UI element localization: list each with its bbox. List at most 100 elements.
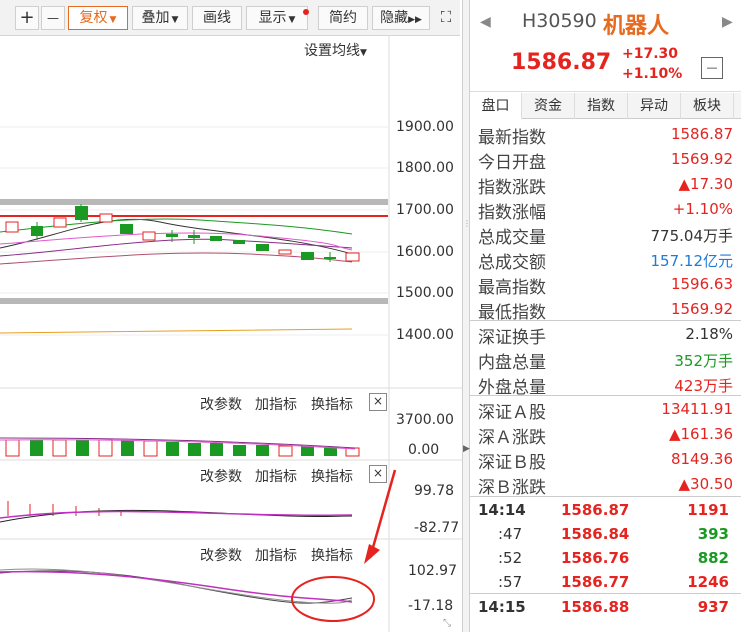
quote-row: 总成交量 775.04万手 [470, 222, 741, 248]
row-divider [470, 395, 741, 396]
fuquan-label: 复权 [79, 10, 108, 26]
tick-volume: 937 [697, 598, 729, 616]
row-divider [470, 496, 741, 497]
ma-setting-label: 设置均线 [304, 43, 360, 59]
quote-row: 深Ａ涨跌 ▲161.36 [470, 422, 741, 448]
quote-row-label: 深证换手 [478, 328, 546, 348]
add-indicator-button[interactable]: 加指标 [255, 394, 297, 414]
tab-movement[interactable]: 异动 [628, 93, 681, 119]
resize-grip-icon[interactable]: ⤡ [443, 618, 451, 629]
quote-row-value: ▲17.30 [678, 175, 733, 193]
quote-row: 外盘总量 423万手 [470, 372, 741, 398]
tick-row: :57 1586.77 1246 [470, 570, 741, 594]
volume-bars [5, 439, 360, 457]
quote-row-value: 423万手 [674, 377, 733, 395]
grip-icon: ⋮ [463, 219, 471, 228]
vol-axis-label: 3700.00 [396, 412, 454, 428]
tick-time: 14:15 [478, 598, 526, 616]
double-arrow-icon: ▶▶ [408, 15, 422, 25]
quote-row: 内盘总量 352万手 [470, 347, 741, 373]
annotation-arrow-line [368, 469, 397, 559]
quote-row: 指数涨跌 ▲17.30 [470, 172, 741, 198]
tab-funds[interactable]: 资金 [522, 93, 575, 119]
close-icon[interactable]: × [369, 393, 387, 411]
quote-row-label: 深Ａ涨跌 [478, 428, 546, 448]
notification-dot [303, 9, 309, 15]
chevron-down-icon: ▼ [360, 48, 367, 58]
annotation-arrow-head [364, 544, 380, 564]
ma-setting-dropdown[interactable]: 设置均线▼ [304, 40, 367, 60]
panel-splitter[interactable]: ⋮ ▶ [462, 0, 471, 632]
add-indicator-button[interactable]: 加指标 [255, 466, 297, 486]
price-axis-label: 1700.00 [396, 202, 454, 218]
quote-row: 最新指数 1586.87 [470, 122, 741, 148]
simple-mode-button[interactable]: 简约 [318, 6, 368, 30]
quote-row: 深证Ｂ股 8149.36 [470, 447, 741, 473]
quote-row-label: 指数涨幅 [478, 203, 546, 223]
quote-row-value: 2.18% [685, 325, 733, 343]
overlay-dropdown[interactable]: 叠加 ▼ [132, 6, 188, 30]
quote-row-label: 总成交量 [478, 228, 546, 248]
close-icon[interactable]: × [369, 465, 387, 483]
quote-row-label: 深Ｂ涨跌 [478, 478, 546, 498]
expand-arrow-icon[interactable]: ▶ [463, 444, 470, 454]
quote-row-value: +1.10% [672, 200, 733, 218]
chevron-down-icon: ▼ [109, 15, 117, 25]
param-button[interactable]: 改参数 [200, 545, 242, 565]
swap-indicator-button[interactable]: 换指标 [311, 394, 353, 414]
ind2-axis-label: 102.97 [408, 563, 457, 579]
overlay-label: 叠加 [141, 10, 170, 26]
fullscreen-icon[interactable]: ⛶ [434, 6, 458, 30]
quote-row: 深Ｂ涨跌 ▲30.50 [470, 472, 741, 498]
last-price: 1586.87 [511, 50, 612, 75]
app-window: + — 复权 ▼ 叠加 ▼ 画线 显示 ▼ 简约 隐藏▶▶ ⛶ 设置均线▼ 19… [0, 0, 741, 632]
quote-row-value: 352万手 [674, 352, 733, 370]
quote-row: 最高指数 1596.63 [470, 272, 741, 298]
kline-chart-area[interactable]: 设置均线▼ 1900.00 1800.00 1700.00 1600.00 15… [0, 36, 462, 632]
quote-tabs: 盘口 资金 指数 异动 板块 [470, 93, 741, 120]
price-axis-label: 1900.00 [396, 119, 454, 135]
quote-row-value: 157.12亿元 [650, 252, 734, 270]
collapse-icon[interactable]: — [701, 57, 723, 79]
chart-toolbar: + — 复权 ▼ 叠加 ▼ 画线 显示 ▼ 简约 隐藏▶▶ ⛶ [0, 0, 460, 36]
swap-indicator-button[interactable]: 换指标 [311, 545, 353, 565]
quote-row: 最低指数 1569.92 [470, 297, 741, 323]
quote-row-value: ▲30.50 [678, 475, 733, 493]
range-bar-bottom [0, 298, 388, 304]
quote-row-value: 1596.63 [670, 275, 733, 293]
vol-axis-label: 0.00 [408, 442, 440, 458]
quote-row: 深证换手 2.18% [470, 322, 741, 348]
fuquan-dropdown[interactable]: 复权 ▼ [68, 6, 128, 30]
quote-header: ◀ H30590 机器人 ▶ 1586.87 +17.30 +1.10% — [470, 0, 741, 92]
tick-row: 14:15 1586.88 937 [470, 595, 741, 619]
next-arrow-icon[interactable]: ▶ [722, 14, 733, 30]
quote-row: 总成交额 157.12亿元 [470, 247, 741, 273]
price-axis-label: 1800.00 [396, 160, 454, 176]
swap-indicator-button[interactable]: 换指标 [311, 466, 353, 486]
tab-index[interactable]: 指数 [575, 93, 628, 119]
hide-button[interactable]: 隐藏▶▶ [372, 6, 430, 30]
prev-arrow-icon[interactable]: ◀ [480, 14, 491, 30]
quote-row-value: 1586.87 [670, 125, 733, 143]
tick-volume: 1246 [687, 573, 729, 591]
add-indicator-button[interactable]: 加指标 [255, 545, 297, 565]
tick-volume: 393 [697, 525, 729, 543]
tab-pankou[interactable]: 盘口 [470, 93, 522, 120]
price-axis-label: 1400.00 [396, 327, 454, 343]
tick-volume: 1191 [687, 501, 729, 519]
price-axis-label: 1600.00 [396, 244, 454, 260]
zoom-in-button[interactable]: + [15, 6, 39, 30]
tab-sector[interactable]: 板块 [681, 93, 734, 119]
display-dropdown[interactable]: 显示 ▼ [246, 6, 308, 30]
quote-row-value: 1569.92 [670, 300, 733, 318]
param-button[interactable]: 改参数 [200, 466, 242, 486]
tick-time: :52 [498, 549, 523, 567]
tick-time: :47 [498, 525, 523, 543]
draw-line-button[interactable]: 画线 [192, 6, 242, 30]
tick-time: :57 [498, 573, 523, 591]
ma-line-rose [0, 252, 353, 265]
tick-price: 1586.84 [561, 525, 630, 543]
quote-row-label: 深证Ｂ股 [478, 453, 546, 473]
zoom-out-button[interactable]: — [41, 6, 65, 30]
param-button[interactable]: 改参数 [200, 394, 242, 414]
